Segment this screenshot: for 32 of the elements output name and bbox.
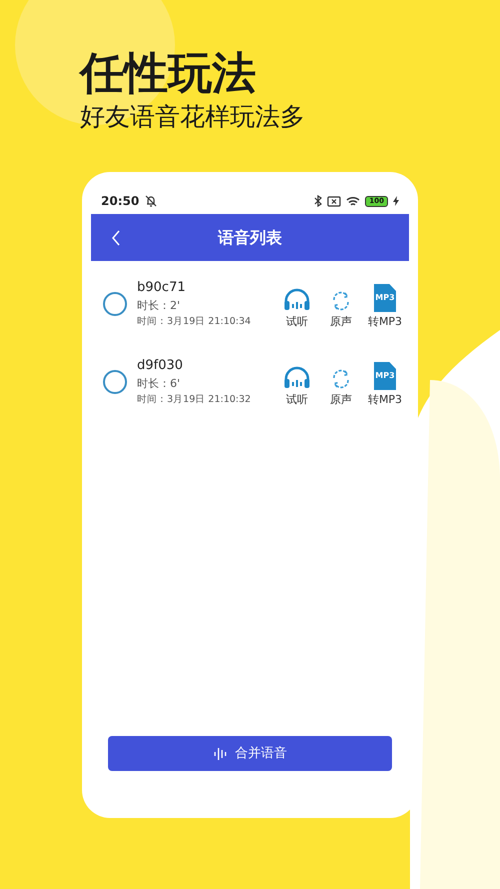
merge-button[interactable]: 合并语音 [108,736,392,771]
headline: 任性玩法 [80,48,257,100]
subtitle: 好友语音花样玩法多 [80,101,306,133]
action-button[interactable]: MP3 转MP3 [363,357,407,407]
bell-off-icon [145,195,158,207]
back-icon[interactable] [111,230,121,246]
waveform-icon [213,746,229,762]
action-button[interactable]: MP3 转MP3 [363,279,407,329]
headphones-icon [283,288,311,312]
headphones-icon [283,366,311,390]
mp3-file-icon: MP3 [374,362,396,390]
recording-time: 时间：3月19日 21:10:32 [137,393,252,407]
recording-duration: 时长：2' [137,298,182,314]
recording-duration: 时长：6' [137,376,182,392]
recording-name: b90c71 [137,279,186,297]
recording-time: 时间：3月19日 21:10:34 [137,315,252,329]
repeat-icon [330,368,352,390]
wifi-icon [346,196,360,206]
action-button[interactable]: 原声 [319,357,363,407]
select-radio[interactable] [103,370,127,394]
header-title: 语音列表 [218,226,282,248]
action-button[interactable]: 试听 [275,357,319,407]
select-radio[interactable] [103,292,127,316]
mp3-file-icon: MP3 [374,284,396,312]
sim-icon [327,196,342,206]
status-time: 20:50 [101,193,140,210]
bluetooth-icon [314,195,322,207]
recording-name: d9f030 [137,357,184,375]
action-button[interactable]: 原声 [319,279,363,329]
charging-icon [393,196,399,206]
repeat-icon [330,290,352,312]
action-button[interactable]: 试听 [275,279,319,329]
